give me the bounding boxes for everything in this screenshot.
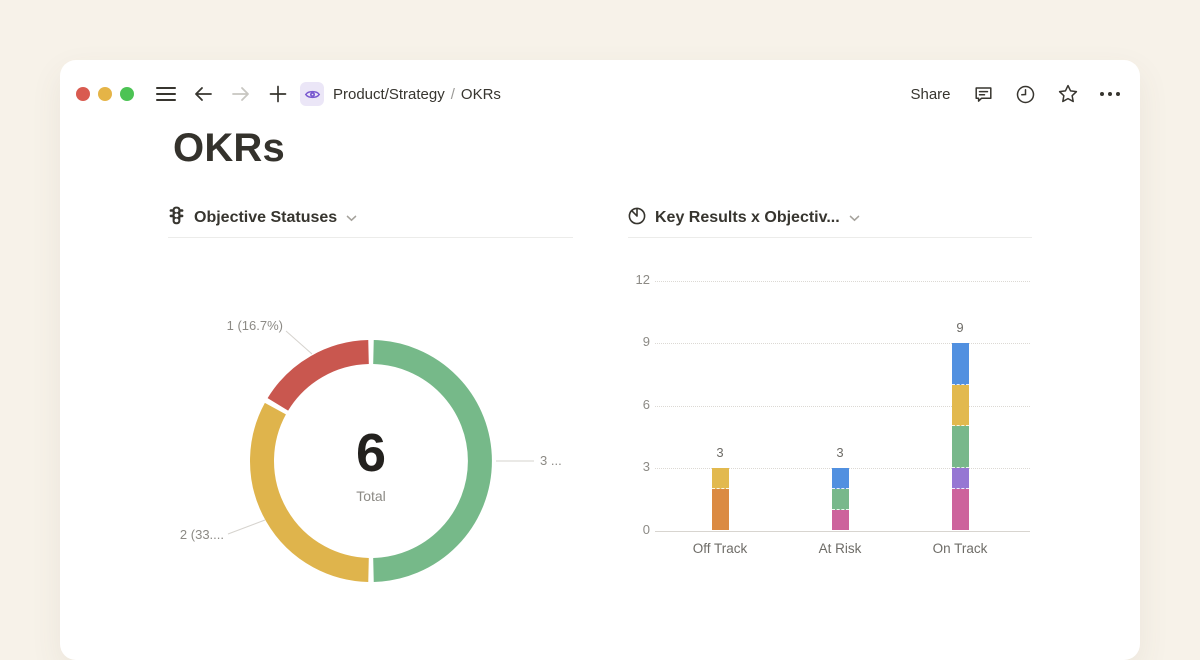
bar-segment[interactable] <box>952 489 969 531</box>
page-emoji-eye-icon[interactable] <box>300 82 324 106</box>
donut-chart-header[interactable]: Objective Statuses <box>168 206 357 230</box>
donut-callout-yellow: 2 (33.... <box>165 527 224 542</box>
traffic-light-red[interactable] <box>76 87 90 101</box>
favorite-star-icon[interactable] <box>1057 83 1079 105</box>
toolbar-right: Share <box>910 83 1120 105</box>
gridline <box>655 281 1030 282</box>
comments-icon[interactable] <box>973 84 994 105</box>
donut-slice[interactable] <box>278 352 369 404</box>
bar-segment[interactable] <box>952 385 969 427</box>
pie-chart-icon <box>628 207 646 230</box>
bar-segment[interactable] <box>832 468 849 489</box>
bar-segment[interactable] <box>712 489 729 531</box>
traffic-light-green[interactable] <box>120 87 134 101</box>
toolbar-left: Product/Strategy / OKRs <box>76 82 501 106</box>
app-window: Product/Strategy / OKRs Share OKRs Objec… <box>60 60 1140 660</box>
y-axis-tick: 0 <box>628 522 650 537</box>
breadcrumb: Product/Strategy / OKRs <box>333 86 501 103</box>
x-axis-category: On Track <box>910 541 1010 556</box>
sidebar-menu-icon[interactable] <box>156 87 176 102</box>
gridline <box>655 343 1030 344</box>
bar-segment[interactable] <box>952 426 969 468</box>
back-arrow-icon[interactable] <box>192 84 214 104</box>
bar-total-label: 3 <box>700 445 740 460</box>
y-axis-tick: 3 <box>628 459 650 474</box>
y-axis-tick: 9 <box>628 334 650 349</box>
bar-chart-title: Key Results x Objectiv... <box>655 209 840 227</box>
x-axis-category: At Risk <box>790 541 890 556</box>
bar-segment[interactable] <box>952 468 969 489</box>
donut-callout-green: 3 ... <box>540 453 562 468</box>
new-page-plus-icon[interactable] <box>268 84 288 104</box>
forward-arrow-icon[interactable] <box>230 84 252 104</box>
donut-total-label: Total <box>271 488 471 504</box>
breadcrumb-parent[interactable]: Product/Strategy <box>333 86 445 103</box>
traffic-light-status-icon <box>168 206 185 230</box>
updates-clock-icon[interactable] <box>1015 84 1036 105</box>
x-axis-line <box>655 531 1030 532</box>
y-axis-tick: 6 <box>628 397 650 412</box>
bar-chart-header[interactable]: Key Results x Objectiv... <box>628 206 860 230</box>
toolbar: Product/Strategy / OKRs Share <box>76 72 1120 116</box>
donut-chart-panel: 1 (16.7%) 2 (33.... 3 ... 6 Total <box>168 238 573 648</box>
more-options-icon[interactable] <box>1100 92 1121 97</box>
page-title: OKRs <box>173 126 285 171</box>
donut-total-value: 6 <box>271 422 471 484</box>
chevron-down-icon <box>346 209 357 227</box>
bar-plot: 0 3 6 9 12 3 Off Track 3 At Risk 9 On Track <box>628 238 1032 648</box>
gridline <box>655 406 1030 407</box>
breadcrumb-current[interactable]: OKRs <box>461 86 501 103</box>
bar-total-label: 3 <box>820 445 860 460</box>
donut-callout-red: 1 (16.7%) <box>183 318 283 333</box>
bar-segment[interactable] <box>952 343 969 385</box>
share-button[interactable]: Share <box>910 86 950 103</box>
breadcrumb-separator: / <box>451 86 455 103</box>
bar-segment[interactable] <box>832 510 849 531</box>
callout-leader-line <box>228 520 265 534</box>
traffic-light-yellow[interactable] <box>98 87 112 101</box>
callout-leader-line <box>286 331 312 354</box>
donut-chart-title: Objective Statuses <box>194 209 337 227</box>
bar-chart-panel: 0 3 6 9 12 3 Off Track 3 At Risk 9 On Track <box>628 238 1032 648</box>
bar-segment[interactable] <box>712 468 729 489</box>
bar-segment[interactable] <box>832 489 849 510</box>
x-axis-category: Off Track <box>670 541 770 556</box>
y-axis-tick: 12 <box>628 272 650 287</box>
chevron-down-icon <box>849 209 860 227</box>
bar-total-label: 9 <box>940 320 980 335</box>
